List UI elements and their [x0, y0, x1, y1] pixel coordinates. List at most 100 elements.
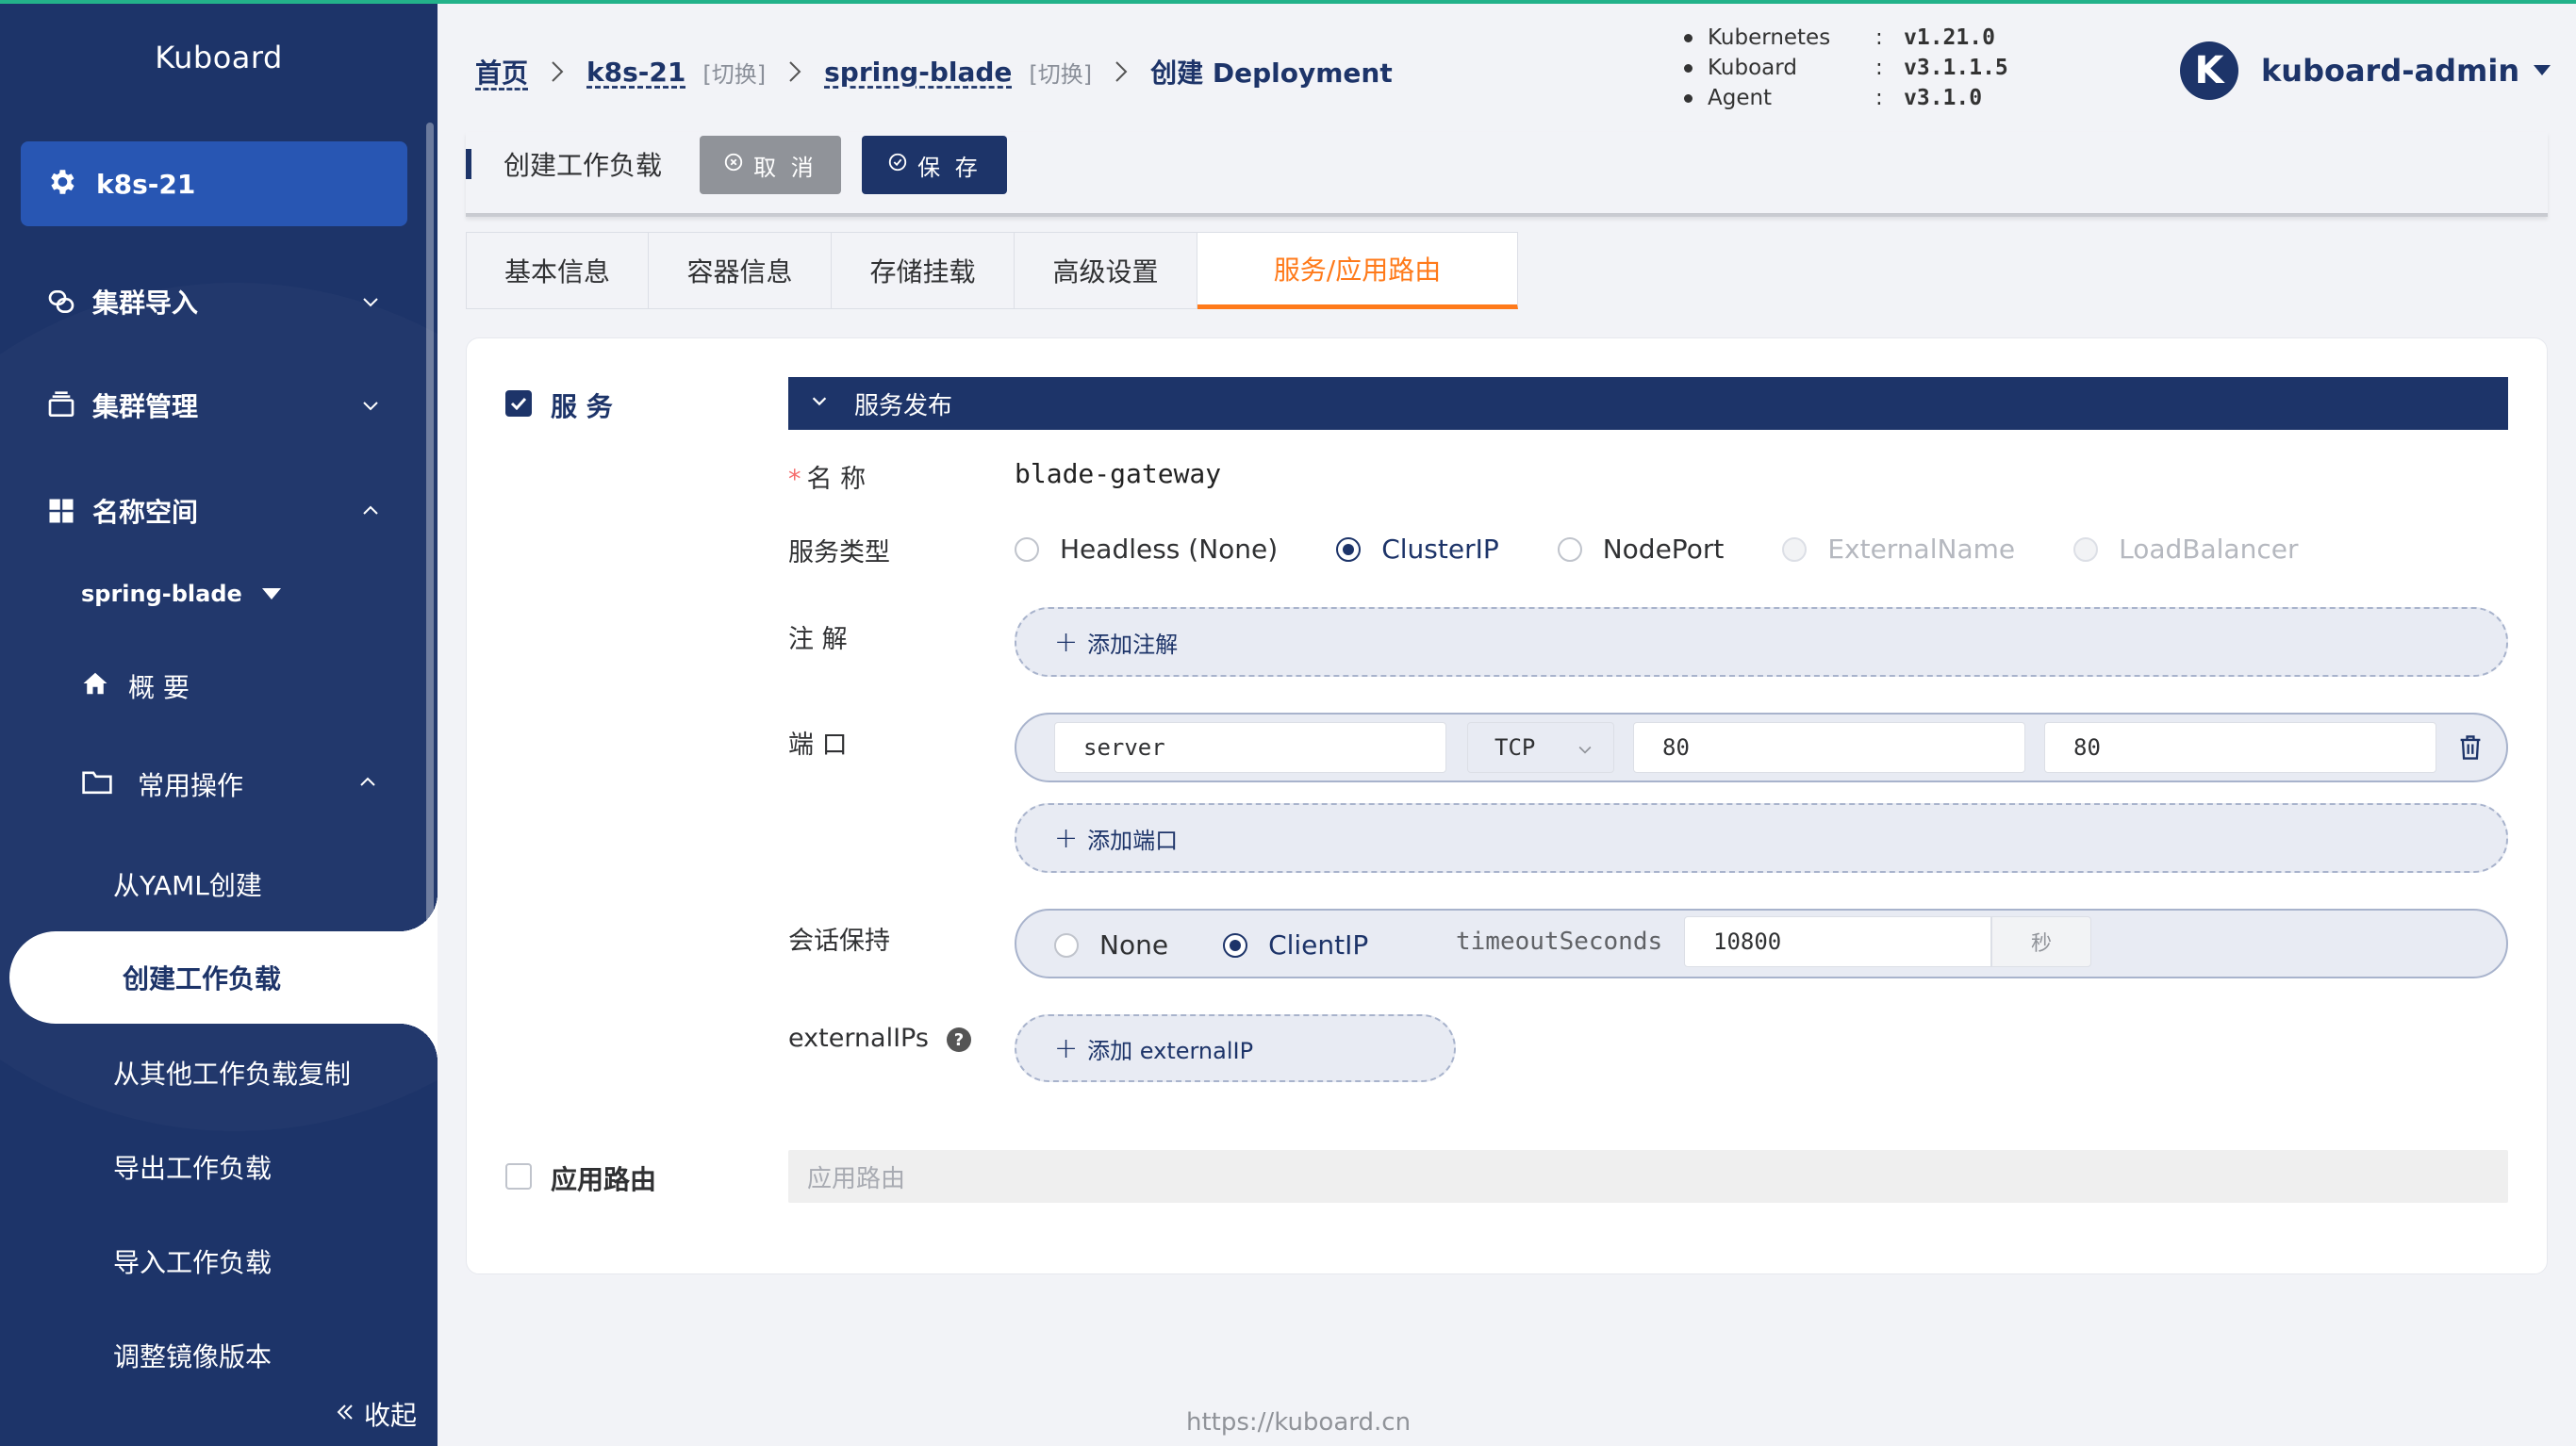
port-input[interactable]: 80 [1633, 722, 2025, 773]
footer-link[interactable]: https://kuboard.cn [1186, 1408, 1411, 1437]
caret-down-icon [261, 581, 282, 607]
radio-session-clientip[interactable]: ClientIP [1223, 929, 1368, 961]
sidebar-item-export-workload[interactable]: 导出工作负载 [113, 1148, 272, 1186]
add-external-ip-button[interactable]: + 添加 externalIP [1015, 1014, 1456, 1082]
home-icon [81, 669, 109, 704]
breadcrumb-current: 创建 Deployment [1150, 58, 1393, 89]
radio-externalname: ExternalName [1782, 534, 2015, 565]
avatar: K [2180, 41, 2238, 100]
cancel-button[interactable]: 取 消 [700, 136, 841, 194]
breadcrumb-namespace[interactable]: spring-blade [824, 57, 1012, 88]
collapse-button[interactable]: 收起 [334, 1395, 417, 1433]
page-title: 创建工作负载 [504, 150, 663, 181]
tab-storage[interactable]: 存储挂载 [832, 232, 1015, 309]
user-menu[interactable]: K kuboard-admin [2180, 41, 2551, 100]
breadcrumb-cluster[interactable]: k8s-21 [586, 57, 685, 88]
timeout-unit: 秒 [1991, 916, 2091, 967]
sidebar-item-create-workload[interactable]: 创建工作负载 [9, 894, 438, 1061]
version-row: Kuboard: v3.1.1.5 [1684, 53, 2008, 83]
chevron-up-icon [356, 497, 385, 525]
route-checkbox[interactable] [505, 1163, 532, 1190]
sidebar: Kuboard k8s-21 集群导入 集群管理 名称空间 spring-bla… [0, 0, 438, 1446]
tab-container-info[interactable]: 容器信息 [649, 232, 832, 309]
sidebar-item-import-workload[interactable]: 导入工作负载 [113, 1242, 272, 1280]
plus-icon: + [1054, 1031, 1079, 1065]
session-affinity-label: 会话保持 [788, 927, 890, 956]
sidebar-item-adjust-image[interactable]: 调整镜像版本 [113, 1337, 272, 1374]
tab-basic-info[interactable]: 基本信息 [466, 232, 649, 309]
breadcrumb-home[interactable]: 首页 [475, 53, 528, 90]
external-ips-label: externalIPs [788, 1024, 929, 1053]
add-annotation-button[interactable]: + 添加注解 [1015, 607, 2508, 677]
port-name-input[interactable]: server [1054, 722, 1446, 773]
sidebar-item-cluster-manage[interactable]: 集群管理 [0, 377, 424, 434]
radio-clusterip[interactable]: ClusterIP [1336, 534, 1499, 565]
service-section-header[interactable]: 服务发布 [788, 377, 2508, 430]
radio-nodeport[interactable]: NodePort [1557, 534, 1724, 565]
version-row: Agent: v3.1.0 [1684, 83, 2008, 113]
radio-headless[interactable]: Headless (None) [1015, 534, 1278, 565]
folder-icon [81, 767, 113, 802]
brand-logo: Kuboard [155, 40, 283, 75]
tab-bar: 基本信息 容器信息 存储挂载 高级设置 服务/应用路由 [466, 232, 1518, 309]
tab-advanced[interactable]: 高级设置 [1015, 232, 1197, 309]
chevron-up-icon [356, 769, 379, 800]
chevron-right-icon [547, 59, 568, 84]
sidebar-item-cluster-import[interactable]: 集群导入 [0, 273, 424, 330]
name-label: * 名 称 [788, 465, 867, 494]
double-chevron-left-icon [334, 1399, 356, 1430]
namespace-switch-link[interactable]: [切换] [1029, 56, 1092, 89]
service-checkbox[interactable] [505, 390, 532, 417]
service-name-value: blade-gateway [1015, 458, 1222, 489]
sidebar-item-copy-workload[interactable]: 从其他工作负载复制 [113, 1054, 351, 1092]
version-row: Kubernetes: v1.21.0 [1684, 23, 2008, 53]
timeout-seconds-label: timeoutSeconds [1456, 928, 1663, 956]
sidebar-item-namespace[interactable]: 名称空间 [0, 483, 424, 539]
breadcrumb: 首页 k8s-21 [切换] spring-blade [切换] 创建 Depl… [475, 53, 1393, 90]
gear-icon [45, 166, 77, 202]
route-label: 应用路由 [551, 1164, 657, 1195]
plus-icon: + [1054, 625, 1079, 659]
target-port-input[interactable]: 80 [2044, 722, 2436, 773]
timeout-seconds-input[interactable]: 10800 [1684, 916, 1991, 967]
plus-icon: + [1054, 821, 1079, 855]
trash-icon[interactable] [2457, 733, 2484, 762]
radio-session-none[interactable]: None [1054, 929, 1168, 961]
add-port-button[interactable]: + 添加端口 [1015, 803, 2508, 873]
cluster-switch-link[interactable]: [切换] [702, 56, 766, 89]
question-icon[interactable]: ? [947, 1027, 971, 1052]
sidebar-item-yaml-create[interactable]: 从YAML创建 [113, 865, 262, 903]
sidebar-scrollbar[interactable] [426, 123, 434, 961]
cluster-name: k8s-21 [96, 168, 196, 200]
save-button[interactable]: 保 存 [862, 136, 1007, 194]
tab-service-route[interactable]: 服务/应用路由 [1197, 232, 1518, 309]
chevron-right-icon [784, 59, 805, 84]
service-label: 服 务 [551, 391, 613, 422]
protocol-select[interactable]: TCP [1467, 722, 1614, 773]
sidebar-item-overview[interactable]: 概 要 [81, 667, 190, 705]
chevron-down-icon [1576, 738, 1594, 764]
chevron-down-icon [356, 391, 385, 419]
service-type-radio-group: Headless (None) ClusterIP NodePort Exter… [1015, 534, 2356, 565]
namespace-selector[interactable]: spring-blade [81, 581, 282, 607]
port-label: 端 口 [788, 731, 848, 760]
cluster-selector[interactable]: k8s-21 [21, 141, 407, 226]
folder-stack-icon [45, 389, 77, 421]
session-affinity-radio-group: None ClientIP [1054, 929, 1427, 961]
annotation-label: 注 解 [788, 625, 848, 654]
chevron-down-icon [809, 389, 830, 418]
close-circle-icon [723, 152, 744, 178]
route-section-bar: 应用路由 [788, 1150, 2508, 1203]
sidebar-item-common-ops[interactable]: 常用操作 [81, 765, 392, 803]
chevron-right-icon [1111, 59, 1131, 84]
version-info: Kubernetes: v1.21.0 Kuboard: v3.1.1.5 Agen… [1684, 23, 2008, 113]
caret-down-icon [2533, 62, 2551, 80]
toolbar: 创建工作负载 取 消 保 存 [466, 132, 2548, 217]
chevron-down-icon [356, 288, 385, 316]
user-name: kuboard-admin [2261, 53, 2520, 89]
service-type-label: 服务类型 [788, 538, 890, 567]
radio-loadbalancer: LoadBalancer [2073, 534, 2298, 565]
top-accent-line [0, 0, 2576, 4]
title-bar-marker [466, 149, 471, 179]
grid-icon [45, 495, 77, 527]
